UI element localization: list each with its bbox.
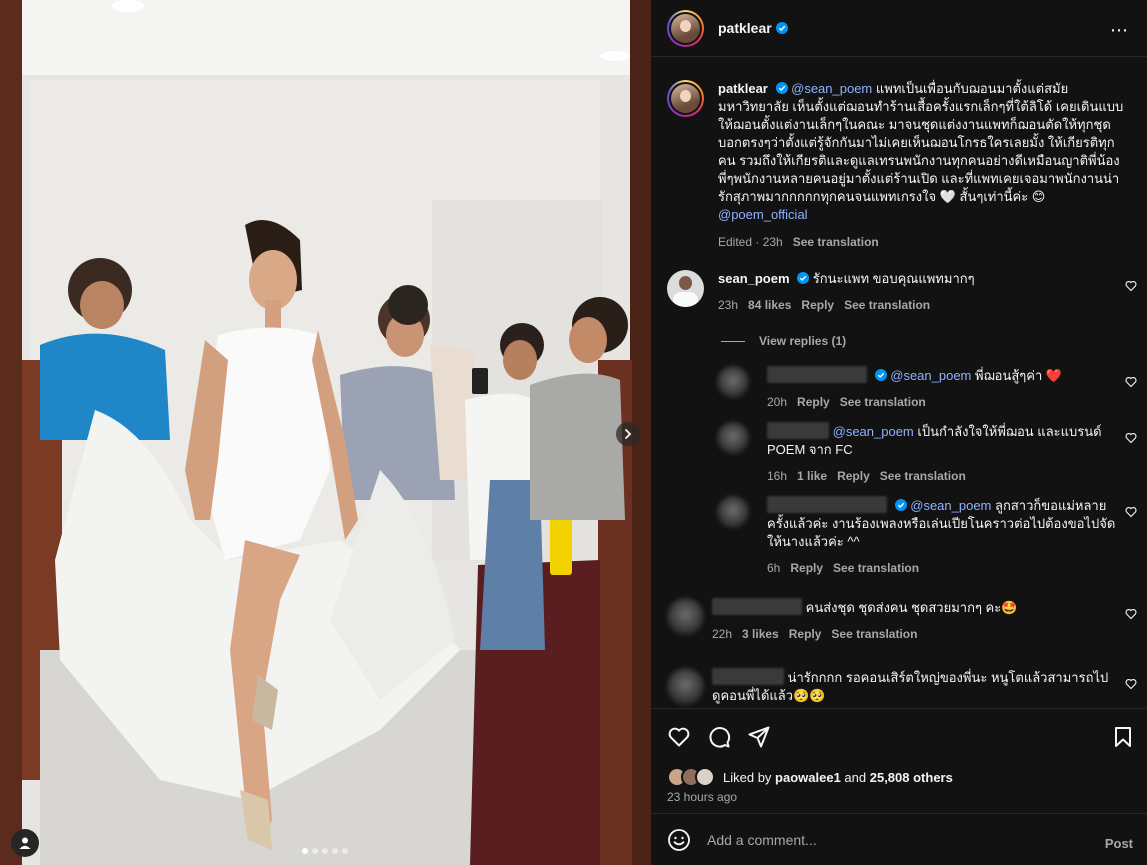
comment-text: คนส่งชุด ชุดส่งคน ชุดสวยมากๆ คะ🤩: [805, 600, 1018, 615]
heart-icon[interactable]: [1125, 506, 1137, 518]
post-photo[interactable]: [0, 0, 651, 865]
commenter-avatar[interactable]: [667, 668, 704, 705]
post-header: patklear ⋯: [651, 0, 1147, 57]
redacted-username: [712, 668, 784, 685]
comment-item: น่ารักกกก รอคอนเสิร์ตใหญ่ของพี่นะ หนูโตแ…: [667, 668, 1137, 705]
likes-count[interactable]: 25,808 others: [870, 770, 953, 785]
share-icon[interactable]: [747, 725, 771, 749]
heart-icon[interactable]: [1125, 678, 1137, 690]
caption-mention[interactable]: @sean_poem: [791, 81, 872, 96]
reply-button[interactable]: Reply: [837, 467, 870, 485]
post-time-ago[interactable]: 23 hours ago: [667, 790, 737, 804]
redacted-username: [712, 598, 802, 615]
see-translation-button[interactable]: See translation: [831, 625, 917, 643]
comment-time: 22h: [712, 627, 733, 641]
post-caption: patklear @sean_poem แพทเป็นเพื่อนกับฌอนม…: [667, 80, 1137, 251]
comment-likes-count[interactable]: 84 likes: [748, 296, 791, 314]
likes-mid: and: [840, 769, 870, 785]
carousel-next-button[interactable]: [616, 422, 640, 446]
redacted-username: [767, 422, 829, 439]
heart-icon[interactable]: [1125, 280, 1137, 292]
reply-button[interactable]: Reply: [790, 559, 823, 577]
reply-mention[interactable]: @sean_poem: [890, 368, 971, 383]
caption-username[interactable]: patklear: [718, 81, 768, 96]
add-comment-bar: Post: [651, 813, 1147, 865]
commenter-avatar[interactable]: [717, 366, 749, 398]
post-comment-button[interactable]: Post: [1105, 836, 1133, 851]
more-options-icon[interactable]: ⋯: [1110, 20, 1129, 41]
carousel-dot: [302, 848, 308, 854]
caption-text: แพทเป็นเพื่อนกับฌอนมาตั้งแต่สมัยมหาวิทยา…: [718, 81, 1124, 204]
verified-badge-icon: [894, 499, 907, 511]
reply-button[interactable]: Reply: [789, 625, 822, 643]
likes-user[interactable]: paowalee1: [775, 770, 841, 785]
verified-badge-icon: [775, 22, 788, 34]
heart-icon[interactable]: [1125, 432, 1137, 444]
redacted-username: [767, 496, 887, 513]
likes-prefix: Liked by: [723, 769, 776, 785]
bookmark-icon[interactable]: [1111, 725, 1135, 749]
caption-edited-time: Edited · 23h: [718, 235, 783, 249]
reply-item: @sean_poem ลูกสาวก็ขอแม่หลายครั้งแล้วค่ะ…: [717, 496, 1137, 577]
carousel-dot: [312, 848, 318, 854]
reply-time: 20h: [767, 395, 788, 409]
comments-scroll-area[interactable]: patklear @sean_poem แพทเป็นเพื่อนกับฌอนม…: [651, 58, 1147, 708]
caption-see-translation[interactable]: See translation: [793, 233, 879, 251]
liker-avatar: [695, 767, 715, 787]
see-translation-button[interactable]: See translation: [844, 296, 930, 314]
see-translation-button[interactable]: See translation: [880, 467, 966, 485]
commenter-avatar[interactable]: [667, 270, 704, 307]
commenter-avatar[interactable]: [717, 496, 749, 528]
likes-summary: Liked by paowalee1 and 25,808 others: [667, 767, 953, 787]
carousel-dot: [342, 848, 348, 854]
verified-badge-icon: [874, 369, 887, 381]
commenter-username[interactable]: sean_poem: [718, 271, 790, 286]
post-side-panel: patklear ⋯ patklear @sean_poem แพทเป็นเพ…: [651, 0, 1147, 865]
comment-time: 23h: [718, 298, 739, 312]
reply-button[interactable]: Reply: [797, 393, 830, 411]
add-comment-input[interactable]: [707, 831, 1067, 848]
comment-item: sean_poem รักนะแพท ขอบคุณแพทมากๆ 23h 84 …: [667, 270, 1137, 314]
tagged-users-button[interactable]: [11, 829, 39, 857]
emoji-icon[interactable]: [667, 828, 691, 852]
author-avatar[interactable]: [667, 9, 704, 47]
commenter-avatar[interactable]: [717, 422, 749, 454]
heart-icon[interactable]: [1125, 608, 1137, 620]
redacted-username: [767, 366, 867, 383]
reply-mention[interactable]: @sean_poem: [910, 498, 991, 513]
carousel-dot: [322, 848, 328, 854]
photo-scene: [0, 0, 651, 865]
reply-item: @sean_poem พี่ฌอนสู้ๆค่า ❤️ 20h Reply Se…: [717, 366, 1137, 411]
see-translation-button[interactable]: See translation: [840, 393, 926, 411]
like-heart-icon[interactable]: [667, 725, 691, 749]
reply-mention[interactable]: @sean_poem: [833, 424, 914, 439]
reply-time: 16h: [767, 469, 788, 483]
comment-text: รักนะแพท ขอบคุณแพทมากๆ: [812, 271, 975, 286]
caption-mention-2[interactable]: @poem_official: [718, 207, 808, 222]
comment-item: คนส่งชุด ชุดส่งคน ชุดสวยมากๆ คะ🤩 22h 3 l…: [667, 598, 1137, 643]
reply-button[interactable]: Reply: [801, 296, 834, 314]
author-username[interactable]: patklear: [718, 20, 772, 36]
post-actions: Liked by paowalee1 and 25,808 others 23 …: [651, 708, 1147, 813]
reply-time: 6h: [767, 561, 781, 575]
reply-text: พี่ฌอนสู้ๆค่า ❤️: [971, 368, 1063, 383]
comment-likes-count[interactable]: 3 likes: [742, 625, 779, 643]
instagram-post-view: patklear ⋯ patklear @sean_poem แพทเป็นเพ…: [0, 0, 1147, 865]
carousel-dot: [332, 848, 338, 854]
heart-icon[interactable]: [1125, 376, 1137, 388]
user-tag-icon: [19, 837, 31, 849]
view-replies-label: View replies (1): [759, 334, 847, 348]
verified-badge-icon: [775, 82, 788, 94]
divider-line: [721, 340, 745, 342]
reply-item: @sean_poem เป็นกำลังใจให้พี่ฌอน และแบรนด…: [717, 422, 1137, 485]
reply-likes-count[interactable]: 1 like: [797, 467, 827, 485]
view-replies-button[interactable]: View replies (1): [721, 334, 846, 348]
comment-icon[interactable]: [707, 725, 731, 749]
verified-badge-icon: [797, 272, 810, 284]
caption-author-avatar[interactable]: [667, 80, 704, 117]
chevron-right-icon: [625, 429, 632, 439]
carousel-indicator: [302, 848, 348, 854]
see-translation-button[interactable]: See translation: [833, 559, 919, 577]
commenter-avatar[interactable]: [667, 598, 704, 635]
